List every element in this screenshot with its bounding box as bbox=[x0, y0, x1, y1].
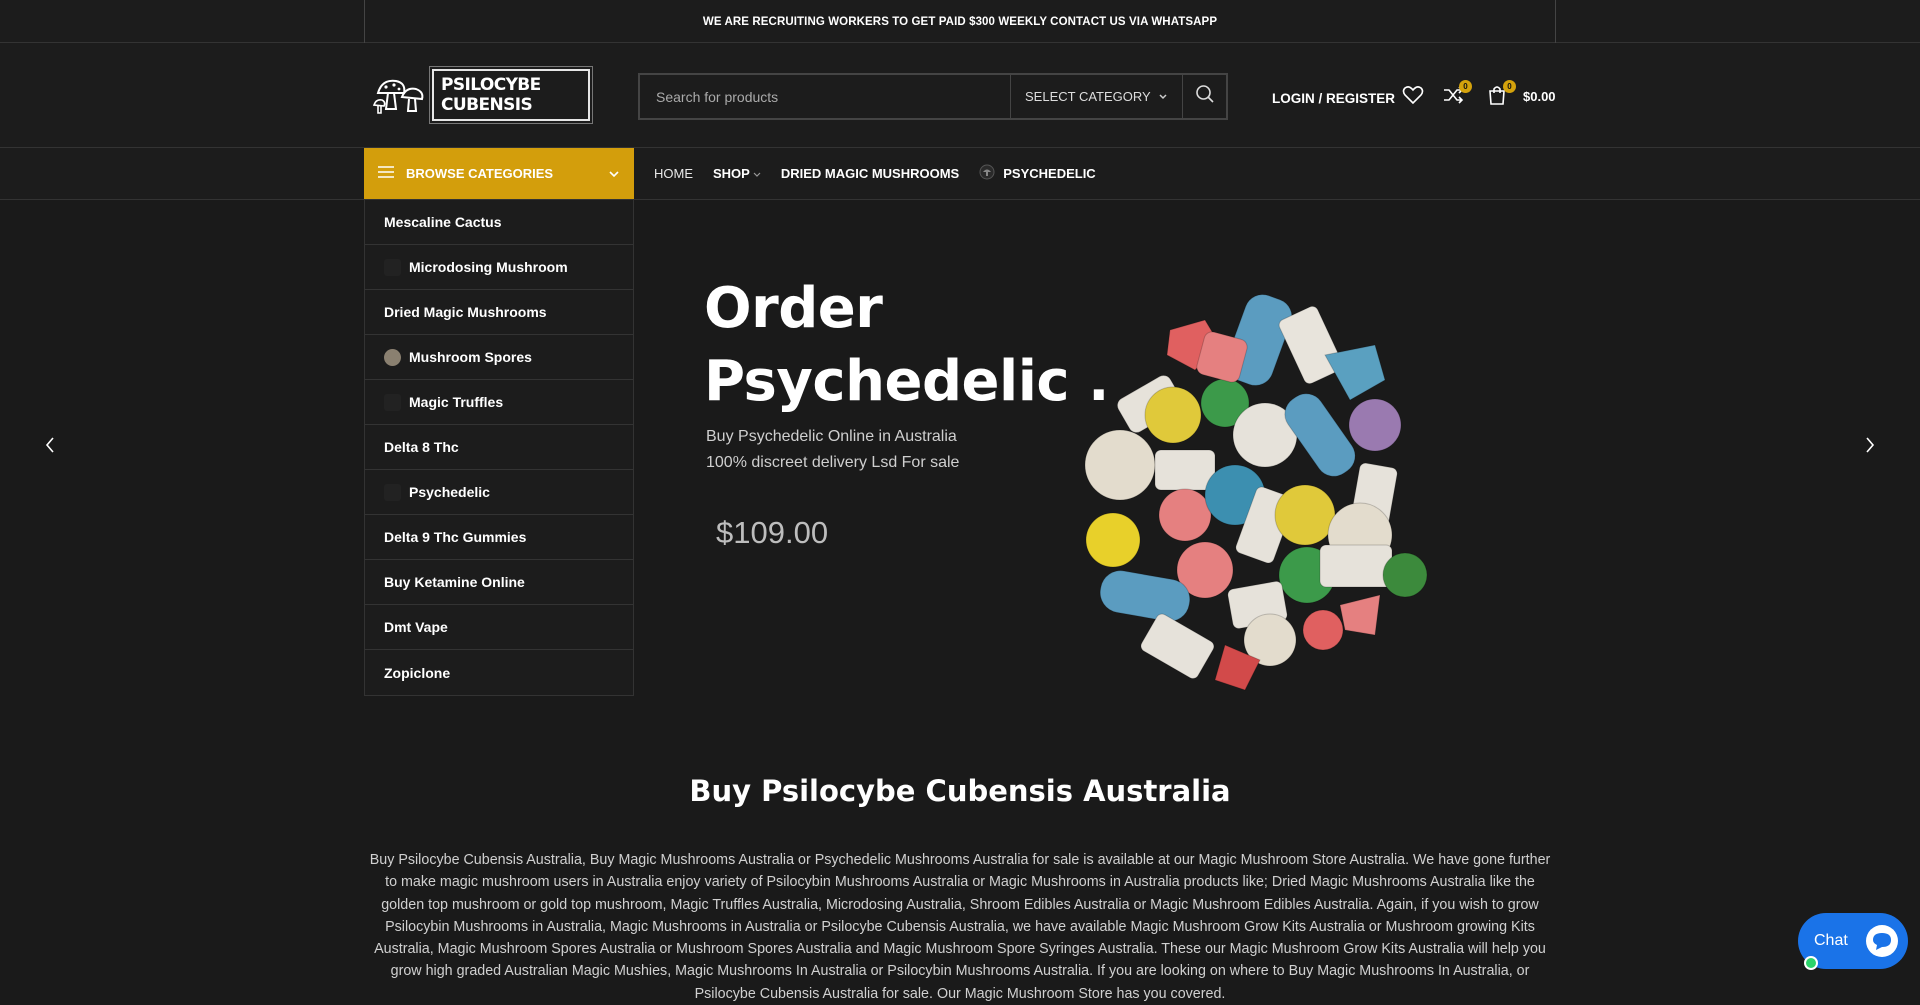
category-dried-magic-mushrooms[interactable]: Dried Magic Mushrooms bbox=[365, 290, 633, 335]
compare-button[interactable]: 0 bbox=[1440, 80, 1472, 111]
nav-shop-label: SHOP bbox=[713, 166, 750, 181]
section-title: Buy Psilocybe Cubensis Australia bbox=[689, 774, 1231, 808]
heart-icon bbox=[1402, 85, 1424, 110]
nav-psychedelic-label: PSYCHEDELIC bbox=[1003, 166, 1096, 181]
search-input[interactable] bbox=[640, 75, 1010, 118]
category-label: Microdosing Mushroom bbox=[409, 259, 568, 275]
cart-button[interactable]: 0 bbox=[1484, 80, 1516, 111]
cart-total[interactable]: $0.00 bbox=[1523, 89, 1556, 104]
hero-subtitle-line2: 100% discreet delivery Lsd For sale bbox=[706, 454, 960, 471]
site-logo[interactable]: PSILOCYBE CUBENSIS bbox=[372, 66, 593, 124]
hero-subtitle-line1: Buy Psychedelic Online in Australia bbox=[706, 428, 957, 445]
category-label: Dmt Vape bbox=[384, 619, 448, 635]
category-microdosing-mushroom[interactable]: Microdosing Mushroom bbox=[365, 245, 633, 290]
category-buy-ketamine-online[interactable]: Buy Ketamine Online bbox=[365, 560, 633, 605]
login-register-link[interactable]: LOGIN / REGISTER bbox=[1272, 83, 1395, 113]
category-delta-9-thc-gummies[interactable]: Delta 9 Thc Gummies bbox=[365, 515, 633, 560]
online-status-indicator bbox=[1804, 956, 1818, 970]
category-select-label: SELECT CATEGORY bbox=[1025, 89, 1151, 104]
category-label: Magic Truffles bbox=[409, 394, 504, 410]
logo-text: PSILOCYBE CUBENSIS bbox=[429, 66, 593, 124]
hero-title: Order Psychedelic . bbox=[704, 272, 1109, 418]
compare-count-badge: 0 bbox=[1459, 80, 1472, 93]
nav-shop[interactable]: SHOP bbox=[713, 166, 761, 181]
category-label: Zopiclone bbox=[384, 664, 451, 681]
chevron-down-icon bbox=[1158, 89, 1168, 104]
chat-button[interactable]: Chat bbox=[1798, 913, 1908, 970]
categories-menu: Mescaline Cactus Microdosing Mushroom Dr… bbox=[364, 200, 634, 696]
hero-title-line2: Psychedelic . bbox=[704, 349, 1109, 414]
category-label: Delta 9 Thc Gummies bbox=[384, 529, 527, 545]
category-label: Mescaline Cactus bbox=[384, 214, 502, 230]
announcement-bar: WE ARE RECRUITING WORKERS TO GET PAID $3… bbox=[0, 0, 1920, 43]
hero-price: $109.00 bbox=[716, 515, 829, 550]
mushroom-logo-icon bbox=[372, 75, 428, 115]
category-label: Mushroom Spores bbox=[409, 349, 532, 365]
chevron-down-icon bbox=[753, 166, 761, 181]
category-label: Buy Ketamine Online bbox=[384, 574, 525, 590]
category-dmt-vape[interactable]: Dmt Vape bbox=[365, 605, 633, 650]
search-form: SELECT CATEGORY bbox=[638, 73, 1228, 120]
cart-count-badge: 0 bbox=[1503, 80, 1516, 93]
navigation-bar: BROWSE CATEGORIES HOME SHOP DRIED MAGIC … bbox=[0, 148, 1920, 200]
pills-product-image bbox=[1075, 285, 1445, 695]
category-delta-8-thc[interactable]: Delta 8 Thc bbox=[365, 425, 633, 470]
slider-prev-button[interactable] bbox=[40, 436, 60, 459]
category-label: Delta 8 Thc bbox=[384, 439, 459, 455]
category-magic-truffles[interactable]: Magic Truffles bbox=[365, 380, 633, 425]
category-zopiclone[interactable]: Zopiclone bbox=[365, 650, 633, 695]
nav-psychedelic[interactable]: PSYCHEDELIC bbox=[979, 164, 1096, 183]
category-label: Psychedelic bbox=[409, 484, 490, 500]
category-select[interactable]: SELECT CATEGORY bbox=[1010, 75, 1182, 118]
hero-title-line1: Order bbox=[704, 276, 883, 341]
hamburger-icon bbox=[378, 165, 394, 182]
nav-dried-magic-mushrooms[interactable]: DRIED MAGIC MUSHROOMS bbox=[781, 166, 959, 181]
category-psychedelic[interactable]: Psychedelic bbox=[365, 470, 633, 515]
chevron-down-icon bbox=[608, 166, 620, 181]
site-header: PSILOCYBE CUBENSIS SELECT CATEGORY LOGIN… bbox=[0, 43, 1920, 148]
browse-categories-label: BROWSE CATEGORIES bbox=[406, 166, 554, 181]
slider-next-button[interactable] bbox=[1860, 436, 1880, 459]
search-button[interactable] bbox=[1182, 75, 1226, 118]
truffle-icon bbox=[384, 393, 401, 411]
announcement-text: WE ARE RECRUITING WORKERS TO GET PAID $3… bbox=[364, 0, 1556, 43]
chevron-right-icon bbox=[1864, 436, 1876, 459]
search-icon bbox=[1195, 84, 1215, 109]
mushroom-icon bbox=[979, 164, 995, 183]
mushroom-icon bbox=[384, 258, 401, 276]
category-label: Dried Magic Mushrooms bbox=[384, 304, 547, 320]
category-mushroom-spores[interactable]: Mushroom Spores bbox=[365, 335, 633, 380]
browse-categories-button[interactable]: BROWSE CATEGORIES bbox=[364, 148, 634, 199]
spores-icon bbox=[384, 348, 401, 366]
chat-bubble-icon bbox=[1866, 925, 1898, 957]
hero-subtitle: Buy Psychedelic Online in Australia 100%… bbox=[706, 424, 959, 476]
category-mescaline-cactus[interactable]: Mescaline Cactus bbox=[365, 200, 633, 245]
chat-label: Chat bbox=[1814, 932, 1848, 949]
section-body: Buy Psilocybe Cubensis Australia, Buy Ma… bbox=[369, 852, 1551, 1002]
mushroom-icon bbox=[384, 483, 401, 501]
chevron-left-icon bbox=[44, 436, 56, 459]
main-menu: HOME SHOP DRIED MAGIC MUSHROOMS PSYCHEDE… bbox=[654, 148, 1116, 199]
nav-home[interactable]: HOME bbox=[654, 166, 693, 181]
wishlist-button[interactable] bbox=[1400, 83, 1426, 111]
